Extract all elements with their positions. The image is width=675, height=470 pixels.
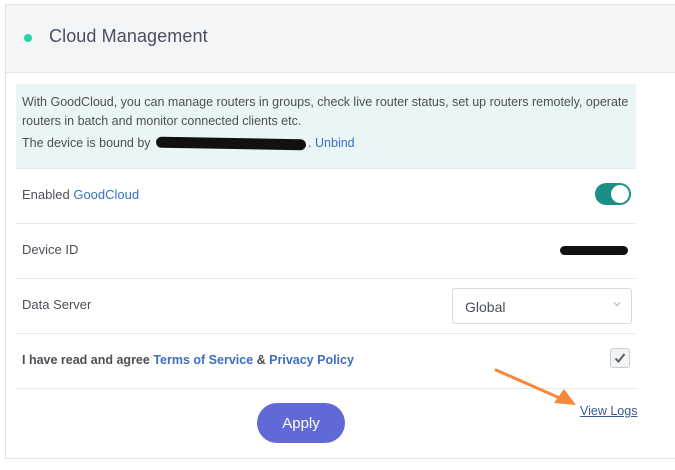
agreement-checkbox[interactable] bbox=[610, 348, 630, 368]
redacted-account-mark bbox=[155, 136, 307, 151]
card-header: Cloud Management bbox=[6, 5, 675, 73]
bound-suffix: . bbox=[308, 136, 312, 150]
page-title: Cloud Management bbox=[49, 26, 208, 46]
view-logs-link[interactable]: View Logs bbox=[580, 404, 637, 418]
unbind-link[interactable]: Unbind bbox=[315, 136, 355, 150]
goodcloud-info-box: With GoodCloud, you can manage routers i… bbox=[16, 84, 636, 168]
data-server-select[interactable]: Global bbox=[452, 288, 632, 324]
agreement-prefix: I have read and agree bbox=[22, 353, 150, 367]
data-server-label: Data Server bbox=[22, 297, 92, 312]
enabled-goodcloud-row: Enabled GoodCloud bbox=[16, 168, 636, 223]
enabled-label-prefix: Enabled bbox=[22, 187, 70, 202]
agreement-label: I have read and agree Terms of Service &… bbox=[22, 353, 354, 367]
bound-status-line: The device is bound by . Unbind bbox=[22, 134, 630, 153]
checkmark-icon bbox=[614, 353, 626, 363]
goodcloud-toggle[interactable] bbox=[595, 183, 631, 205]
device-id-value bbox=[560, 242, 628, 255]
enabled-goodcloud-label: Enabled GoodCloud bbox=[22, 187, 139, 202]
data-server-row: Data Server Global bbox=[16, 278, 636, 333]
agreement-and: & bbox=[256, 353, 266, 367]
apply-button[interactable]: Apply bbox=[257, 403, 345, 443]
privacy-policy-link[interactable]: Privacy Policy bbox=[269, 353, 354, 367]
enabled-label-accent: GoodCloud bbox=[73, 187, 140, 202]
chevron-down-icon bbox=[613, 302, 621, 307]
annotation-arrow-icon bbox=[494, 368, 576, 405]
page: Cloud Management With GoodCloud, you can… bbox=[0, 0, 675, 470]
bound-prefix: The device is bound by bbox=[22, 136, 151, 150]
status-dot-icon bbox=[24, 34, 32, 42]
device-id-label: Device ID bbox=[22, 242, 79, 257]
data-server-selected-value: Global bbox=[465, 299, 506, 315]
device-id-row: Device ID bbox=[16, 223, 636, 278]
redacted-device-id-mark bbox=[560, 246, 628, 255]
toggle-knob bbox=[611, 185, 629, 203]
terms-of-service-link[interactable]: Terms of Service bbox=[153, 353, 253, 367]
goodcloud-description: With GoodCloud, you can manage routers i… bbox=[22, 95, 629, 128]
